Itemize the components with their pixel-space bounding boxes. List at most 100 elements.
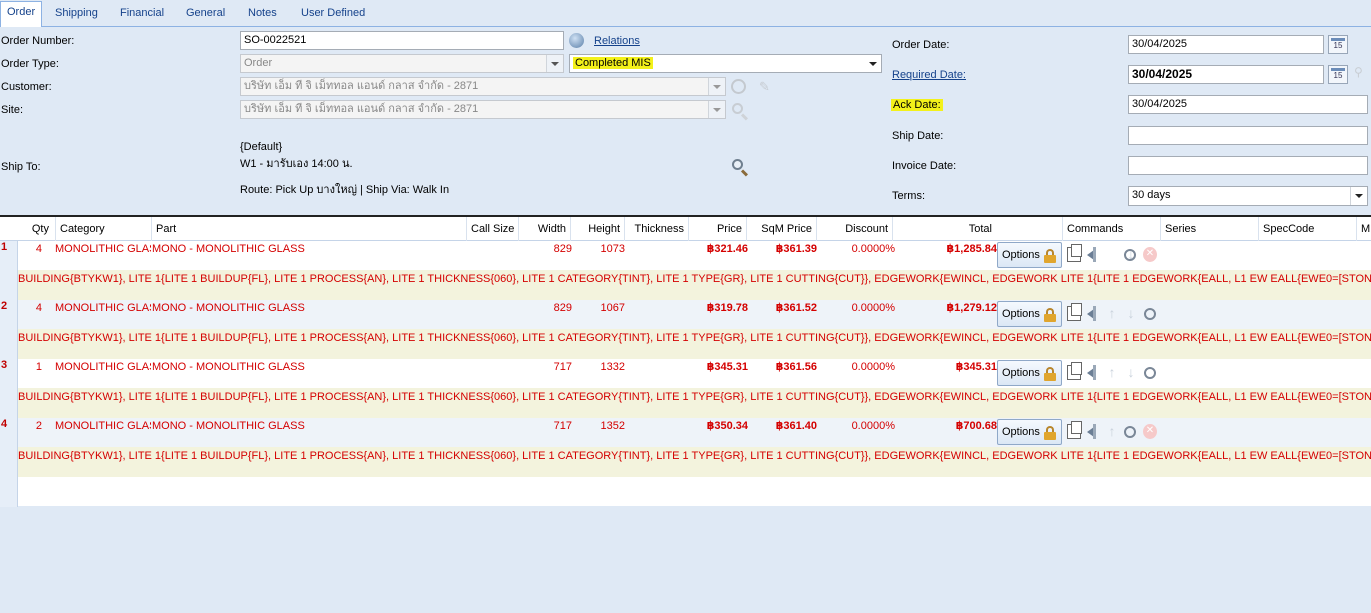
cell-price[interactable]: ฿350.34 bbox=[688, 418, 748, 434]
cell-width[interactable]: 829 bbox=[518, 241, 572, 257]
chevron-down-icon[interactable] bbox=[708, 78, 725, 95]
cell-category[interactable]: MONOLITHIC GLASS bbox=[55, 241, 151, 257]
cell-total[interactable]: ฿345.31 bbox=[892, 359, 997, 375]
row-number[interactable]: 2 bbox=[1, 300, 7, 312]
arrow-up-icon[interactable]: ↑ bbox=[1105, 424, 1119, 439]
ship-date-field[interactable] bbox=[1128, 126, 1368, 145]
options-button[interactable]: Options bbox=[997, 301, 1062, 327]
cell-part[interactable]: MONO - MONOLITHIC GLASS bbox=[152, 359, 452, 375]
chevron-down-icon[interactable] bbox=[1350, 187, 1367, 205]
col-call-size[interactable]: Call Size bbox=[466, 217, 518, 241]
site-select[interactable]: บริษัท เอ็ม ที จิ เม็ททอล แอนด์ กลาส จำก… bbox=[240, 100, 726, 119]
ack-date-field[interactable]: 30/04/2025 bbox=[1128, 95, 1368, 114]
cell-qty[interactable]: 2 bbox=[18, 418, 42, 434]
history-icon[interactable] bbox=[1144, 367, 1156, 379]
tab-financial[interactable]: Financial bbox=[114, 3, 170, 27]
invoice-date-field[interactable] bbox=[1128, 156, 1368, 175]
cell-qty[interactable]: 1 bbox=[18, 359, 42, 375]
order-date-field[interactable]: 30/04/2025 bbox=[1128, 35, 1324, 54]
cell-total[interactable]: ฿700.68 bbox=[892, 418, 997, 434]
col-qty[interactable]: Qty bbox=[18, 217, 53, 241]
cell-part[interactable]: MONO - MONOLITHIC GLASS bbox=[152, 418, 452, 434]
cell-sqm-price[interactable]: ฿361.56 bbox=[746, 359, 817, 375]
table-row[interactable]: 42 MONOLITHIC GLASSMONO - MONOLITHIC GLAS… bbox=[0, 418, 1371, 477]
tab-notes[interactable]: Notes bbox=[242, 3, 283, 27]
cell-sqm-price[interactable]: ฿361.39 bbox=[746, 241, 817, 257]
cell-height[interactable]: 1067 bbox=[570, 300, 625, 316]
chevron-down-icon[interactable] bbox=[864, 55, 881, 72]
cell-height[interactable]: 1073 bbox=[570, 241, 625, 257]
col-price[interactable]: Price bbox=[688, 217, 746, 241]
history-icon[interactable] bbox=[1124, 249, 1136, 261]
order-type-select[interactable]: Order bbox=[240, 54, 564, 73]
table-row[interactable]: 14 MONOLITHIC GLASSMONO - MONOLITHIC GLAS… bbox=[0, 241, 1371, 300]
options-button[interactable]: Options bbox=[997, 419, 1062, 445]
chevron-down-icon[interactable] bbox=[546, 55, 563, 72]
customer-select[interactable]: บริษัท เอ็ม ที จิ เม็ททอล แอนด์ กลาส จำก… bbox=[240, 77, 726, 96]
row-number[interactable]: 1 bbox=[1, 241, 7, 253]
cell-price[interactable]: ฿345.31 bbox=[688, 359, 748, 375]
cell-total[interactable]: ฿1,279.12 bbox=[892, 300, 997, 316]
cell-part[interactable]: MONO - MONOLITHIC GLASS bbox=[152, 241, 452, 257]
split-icon[interactable] bbox=[1085, 365, 1099, 380]
col-thickness[interactable]: Thickness bbox=[624, 217, 688, 241]
col-category[interactable]: Category bbox=[55, 217, 151, 241]
table-row[interactable]: 24 MONOLITHIC GLASSMONO - MONOLITHIC GLAS… bbox=[0, 300, 1371, 359]
new-row[interactable] bbox=[18, 477, 1371, 506]
options-button[interactable]: Options bbox=[997, 360, 1062, 386]
order-number-field[interactable]: SO-0022521 bbox=[240, 31, 564, 50]
copy-icon[interactable] bbox=[1067, 244, 1082, 262]
cell-width[interactable]: 829 bbox=[518, 300, 572, 316]
cell-price[interactable]: ฿319.78 bbox=[688, 300, 748, 316]
col-height[interactable]: Height bbox=[570, 217, 624, 241]
cell-part[interactable]: MONO - MONOLITHIC GLASS bbox=[152, 300, 452, 316]
required-date-link[interactable]: Required Date: bbox=[892, 69, 966, 81]
cell-discount[interactable]: 0.0000% bbox=[816, 418, 895, 434]
col-spec-code[interactable]: SpecCode bbox=[1258, 217, 1356, 241]
col-discount[interactable]: Discount bbox=[816, 217, 892, 241]
search-icon[interactable] bbox=[731, 158, 749, 177]
cell-width[interactable]: 717 bbox=[518, 359, 572, 375]
cell-discount[interactable]: 0.0000% bbox=[816, 300, 895, 316]
options-button[interactable]: Options bbox=[997, 242, 1062, 268]
tab-shipping[interactable]: Shipping bbox=[49, 3, 104, 27]
cell-sqm-price[interactable]: ฿361.52 bbox=[746, 300, 817, 316]
cell-category[interactable]: MONOLITHIC GLASS bbox=[55, 359, 151, 375]
split-icon[interactable] bbox=[1085, 424, 1099, 439]
cell-width[interactable]: 717 bbox=[518, 418, 572, 434]
cell-qty[interactable]: 4 bbox=[18, 300, 42, 316]
split-icon[interactable] bbox=[1085, 247, 1099, 262]
cell-qty[interactable]: 4 bbox=[18, 241, 42, 257]
col-width[interactable]: Width bbox=[518, 217, 570, 241]
arrow-down-icon[interactable]: ↓ bbox=[1124, 306, 1138, 321]
relations-link[interactable]: Relations bbox=[594, 35, 640, 47]
calendar-icon[interactable]: 15 bbox=[1328, 65, 1348, 84]
calendar-icon[interactable]: 15 bbox=[1328, 35, 1348, 54]
split-icon[interactable] bbox=[1085, 306, 1099, 321]
col-total[interactable]: Total bbox=[892, 217, 996, 241]
history-icon[interactable] bbox=[1144, 308, 1156, 320]
search-icon[interactable] bbox=[731, 102, 749, 121]
copy-icon[interactable] bbox=[1067, 421, 1082, 439]
col-commands[interactable]: Commands bbox=[1062, 217, 1160, 241]
customer-info-icon[interactable] bbox=[731, 79, 746, 94]
arrow-down-icon[interactable]: ↓ bbox=[1124, 365, 1138, 380]
pin-icon[interactable]: ⚲ bbox=[1354, 65, 1363, 79]
arrow-up-icon[interactable]: ↑ bbox=[1105, 306, 1119, 321]
required-date-field[interactable]: 30/04/2025 bbox=[1128, 65, 1324, 84]
cell-height[interactable]: 1352 bbox=[570, 418, 625, 434]
tab-order[interactable]: Order bbox=[0, 1, 43, 28]
status-select[interactable]: Completed MIS bbox=[569, 54, 882, 73]
cell-discount[interactable]: 0.0000% bbox=[816, 359, 895, 375]
chevron-down-icon[interactable] bbox=[708, 101, 725, 118]
cell-discount[interactable]: 0.0000% bbox=[816, 241, 895, 257]
copy-icon[interactable] bbox=[1067, 303, 1082, 321]
col-sqm-price[interactable]: SqM Price bbox=[746, 217, 816, 241]
cell-total[interactable]: ฿1,285.84 bbox=[892, 241, 997, 257]
copy-icon[interactable] bbox=[1067, 362, 1082, 380]
cell-category[interactable]: MONOLITHIC GLASS bbox=[55, 418, 151, 434]
cell-sqm-price[interactable]: ฿361.40 bbox=[746, 418, 817, 434]
table-row[interactable]: 31 MONOLITHIC GLASSMONO - MONOLITHIC GLAS… bbox=[0, 359, 1371, 418]
delete-icon[interactable]: ✕ bbox=[1143, 424, 1157, 439]
terms-select[interactable]: 30 days bbox=[1128, 186, 1368, 206]
